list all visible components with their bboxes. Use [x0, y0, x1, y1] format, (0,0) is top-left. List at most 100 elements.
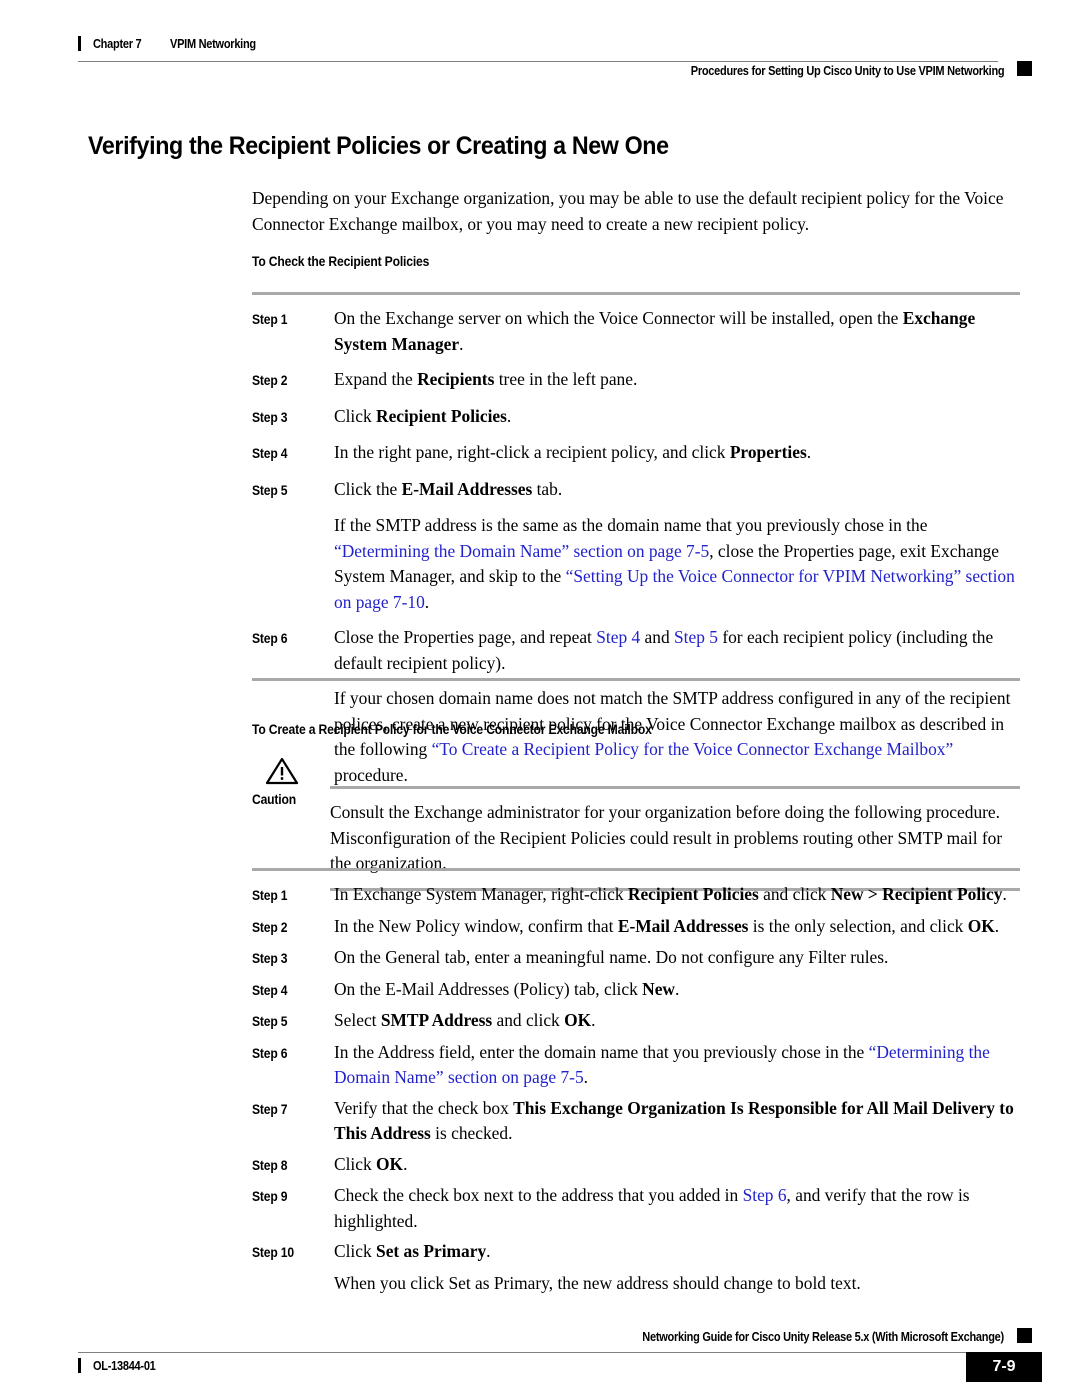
- procedure-one-heading: To Check the Recipient Policies: [252, 254, 430, 269]
- xref-determining-domain-name[interactable]: “Determining the Domain Name” section on…: [334, 541, 709, 561]
- header-running-head: Procedures for Setting Up Cisco Unity to…: [690, 64, 1004, 78]
- step-label: Step 3: [252, 951, 288, 966]
- step-row: Step 3 On the General tab, enter a meani…: [252, 945, 1020, 972]
- step-text: On the General tab, enter a meaningful n…: [334, 947, 889, 967]
- procedure-one-heading-block: To Check the Recipient Policies: [252, 254, 1020, 269]
- step-label: Step 4: [252, 446, 288, 461]
- step-row: Step 3 Click Recipient Policies.: [252, 404, 1020, 431]
- note-part: .: [424, 591, 430, 612]
- step-text-bold: New > Recipient Policy: [830, 884, 1003, 904]
- step-text-part: Click: [334, 1153, 377, 1174]
- step-label: Step 2: [252, 919, 288, 935]
- step-label: Step 4: [252, 982, 288, 998]
- step-row: Step 4 On the E-Mail Addresses (Policy) …: [252, 977, 1020, 1004]
- step-text: Verify that the check box This Exchange …: [334, 1096, 1020, 1147]
- step-text-part: In the New Policy window, confirm that: [334, 915, 618, 936]
- step-row: Step 7 Verify that the check box This Ex…: [252, 1096, 1020, 1147]
- header-divider: [78, 61, 998, 62]
- footer-divider: [78, 1352, 998, 1353]
- procedure-two-steps: Step 1 In Exchange System Manager, right…: [252, 882, 1020, 1296]
- step-text-part: Close the Properties page, and repeat: [334, 627, 597, 647]
- page-header: Chapter 7 VPIM Networking Procedures for…: [78, 28, 1042, 88]
- step-label: Step 6: [252, 631, 288, 646]
- footer-doc-id-group: OL-13844-01: [78, 1358, 164, 1373]
- page-title: Verifying the Recipient Policies or Crea…: [88, 132, 669, 160]
- step-label: Step 3: [252, 409, 288, 425]
- step-text-part: .: [403, 1153, 408, 1174]
- xref-step-5[interactable]: Step 5: [674, 627, 718, 647]
- header-chapter-title: VPIM Networking: [169, 36, 256, 51]
- header-chapter-group: Chapter 7 VPIM Networking: [78, 36, 268, 51]
- step-text-part: Click the: [334, 478, 402, 499]
- step-text-part: .: [486, 1241, 491, 1261]
- caution-label: Caution: [252, 792, 296, 807]
- procedure-one-bottom-rule: [252, 678, 1020, 681]
- step-text-bold: SMTP Address: [380, 1010, 493, 1030]
- procedure-two-heading-block: To Create a Recipient Policy for the Voi…: [252, 722, 1020, 737]
- step-text-part: .: [583, 1067, 589, 1087]
- step-text-bold: Recipient Policies: [627, 884, 759, 904]
- step-text: On the Exchange server on which the Voic…: [334, 306, 1020, 357]
- step-text: Select SMTP Address and click OK.: [334, 1008, 1020, 1034]
- note-part: If the SMTP address is the same as the d…: [334, 515, 928, 535]
- step-text-part: tree in the left pane.: [494, 369, 638, 389]
- step-label-empty: [252, 686, 326, 687]
- step-text-part: .: [591, 1010, 596, 1030]
- step-note-row: When you click Set as Primary, the new a…: [252, 1271, 1020, 1297]
- step-label: Step 2: [252, 373, 288, 388]
- step-text-bold: OK: [564, 1010, 592, 1030]
- step-text-part: and click: [492, 1010, 565, 1030]
- step-text: In the New Policy window, confirm that E…: [334, 914, 1020, 940]
- step-label-empty: [252, 513, 326, 514]
- footer-tab-marker: [1017, 1328, 1032, 1343]
- step-text-part: .: [506, 405, 512, 426]
- step-text-part: and: [640, 627, 674, 647]
- header-chapter-number: Chapter 7: [93, 36, 142, 51]
- step-text-part: On the Exchange server on which the Voic…: [334, 308, 903, 328]
- step-text: Click OK.: [334, 1152, 1020, 1178]
- step-text-part: Click: [334, 405, 377, 426]
- step-row: Step 2 Expand the Recipients tree in the…: [252, 367, 1020, 394]
- step-text-bold: New: [642, 978, 675, 999]
- step-row: Step 4 In the right pane, right-click a …: [252, 440, 1020, 467]
- step-text: In the right pane, right-click a recipie…: [334, 440, 1020, 466]
- step-text: In the Address field, enter the domain n…: [334, 1040, 1020, 1091]
- step-text-part: tab.: [532, 478, 563, 499]
- step-row: Step 1 In Exchange System Manager, right…: [252, 882, 1020, 909]
- step-text-bold: E-Mail Addresses: [617, 915, 749, 936]
- procedure-two-closing-note: When you click Set as Primary, the new a…: [334, 1272, 861, 1293]
- step-note-text: If the SMTP address is the same as the d…: [334, 513, 1020, 615]
- step-row: Step 9 Check the check box next to the a…: [252, 1183, 1020, 1234]
- step-row: Step 6 Close the Properties page, and re…: [252, 625, 1020, 676]
- step-label: Step 5: [252, 482, 288, 498]
- procedure-two-top-rule-block: [252, 868, 1020, 871]
- step-text-bold: OK: [376, 1153, 404, 1174]
- step-text-part: In the Address field, enter the domain n…: [334, 1041, 869, 1062]
- step-text-part: .: [806, 442, 812, 462]
- step-label: Step 8: [252, 1157, 288, 1173]
- step-text: Close the Properties page, and repeat St…: [334, 625, 1020, 676]
- step-note-row: If the SMTP address is the same as the d…: [252, 513, 1020, 615]
- procedure-two-top-rule: [252, 868, 1020, 871]
- step-text-part: On the E-Mail Addresses (Policy) tab, cl…: [334, 978, 643, 999]
- step-text-part: .: [459, 333, 464, 354]
- step-row: Step 1 On the Exchange server on which t…: [252, 306, 1020, 357]
- xref-step-4[interactable]: Step 4: [596, 627, 640, 647]
- xref-step-6[interactable]: Step 6: [743, 1185, 787, 1205]
- step-text-part: Check the check box next to the address …: [334, 1185, 743, 1205]
- header-tab-marker: [1017, 61, 1032, 76]
- step-text-part: In the right pane, right-click a recipie…: [334, 442, 730, 462]
- step-row: Step 8 Click OK.: [252, 1152, 1020, 1179]
- step-row: Step 2 In the New Policy window, confirm…: [252, 914, 1020, 941]
- step-text: On the E-Mail Addresses (Policy) tab, cl…: [334, 977, 1020, 1003]
- step-text-part: is checked.: [430, 1123, 513, 1143]
- step-text-bold: Set as Primary: [376, 1241, 487, 1261]
- step-text: Click the E-Mail Addresses tab.: [334, 477, 1020, 503]
- step-text-part: In Exchange System Manager, right-click: [334, 884, 628, 904]
- document-page: Chapter 7 VPIM Networking Procedures for…: [0, 0, 1080, 1397]
- step-row: Step 10 Click Set as Primary.: [252, 1239, 1020, 1266]
- step-row: Step 5 Click the E-Mail Addresses tab.: [252, 477, 1020, 504]
- step-label: Step 10: [252, 1245, 294, 1260]
- intro-block: Depending on your Exchange organization,…: [252, 186, 1020, 237]
- step-text: Check the check box next to the address …: [334, 1183, 1020, 1234]
